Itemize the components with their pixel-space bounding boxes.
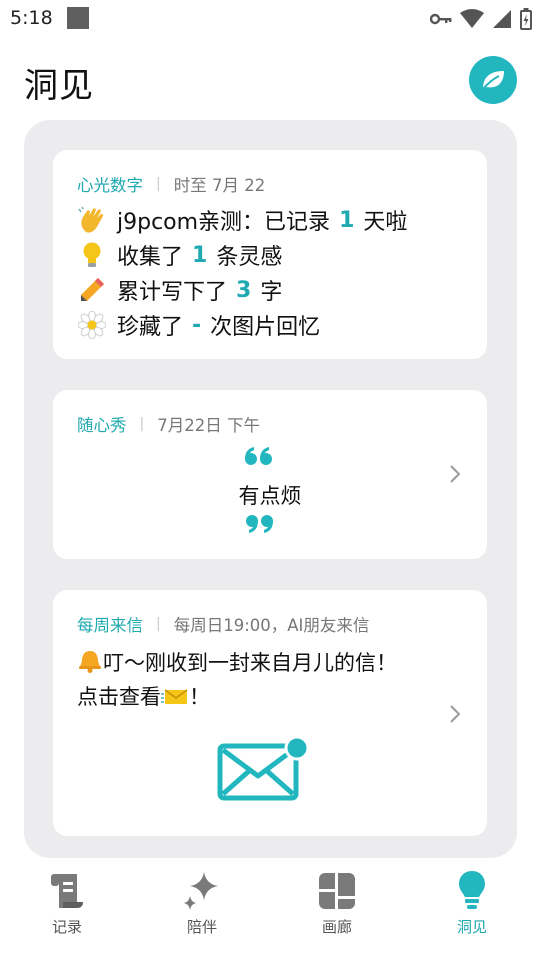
insights-panel: 心光数字 | 时至 7月 22 j9pcom亲测：已记录 1 天啦 收集了 1 … [24, 120, 517, 858]
bulb-icon [459, 871, 485, 909]
letter-text-main: 叮～刚收到一封来自月儿的信！点击查看 [77, 651, 397, 709]
status-bar: 5:18 [0, 0, 540, 36]
stat-words-suffix: 字 [260, 280, 283, 305]
stat-words-prefix: 累计写下了 [117, 280, 228, 305]
letter-card[interactable]: 每周来信 | 每周日19:00，AI朋友来信 叮～刚收到一封来自月儿的信！点击查… [53, 590, 487, 836]
chevron-right-icon[interactable] [449, 704, 461, 724]
notification-square-icon [67, 7, 89, 29]
stat-photos-suffix: 次图片回忆 [210, 315, 321, 340]
stat-words-line: 累计写下了 3 字 [77, 274, 282, 306]
nav-item-companion[interactable]: 陪伴 [162, 866, 242, 937]
stat-photos-prefix: 珍藏了 [117, 315, 184, 340]
mood-card[interactable]: 随心秀 | 7月22日 下午 有点烦 [53, 390, 487, 559]
wifi-icon [460, 9, 484, 28]
nav-item-gallery[interactable]: 画廊 [297, 866, 377, 937]
leaf-icon [482, 71, 504, 90]
page-title: 洞见 [24, 66, 94, 106]
mood-card-header: 随心秀 | 7月22日 下午 [77, 412, 260, 436]
status-time: 5:18 [10, 7, 53, 29]
light-bulb-icon [77, 240, 107, 270]
stats-card-date: 时至 7月 22 [173, 176, 266, 195]
sparkle-icon [184, 872, 218, 910]
bottom-nav: 记录 陪伴 画廊 洞见 [0, 866, 540, 960]
stat-days-prefix: j9pcom亲测：已记录 [117, 210, 331, 235]
nav-label-gallery: 画廊 [321, 918, 352, 936]
stat-words-number: 3 [236, 277, 252, 303]
gallery-icon [319, 873, 355, 909]
nav-item-insight[interactable]: 洞见 [432, 866, 512, 937]
stats-card-tag: 心光数字 [77, 176, 143, 195]
stat-ideas-suffix: 条灵感 [216, 245, 283, 270]
letter-message: 叮～刚收到一封来自月儿的信！点击查看 ！ [77, 646, 417, 714]
nav-label-record: 记录 [51, 918, 82, 936]
stat-ideas-line: 收集了 1 条灵感 [77, 239, 282, 271]
stat-photos-line: 珍藏了 - 次图片回忆 [77, 309, 320, 341]
chevron-right-icon[interactable] [449, 464, 461, 484]
separator: | [156, 616, 161, 632]
key-icon [430, 13, 452, 25]
stat-days-line: j9pcom亲测：已记录 1 天啦 [77, 204, 407, 236]
stat-days-suffix: 天啦 [363, 210, 408, 235]
nav-item-record[interactable]: 记录 [27, 866, 107, 937]
stats-card-header: 心光数字 | 时至 7月 22 [77, 172, 265, 196]
mood-card-date: 7月22日 下午 [157, 416, 260, 435]
stat-ideas-prefix: 收集了 [117, 245, 184, 270]
mail-envelope-icon [217, 735, 310, 801]
separator: | [139, 416, 145, 432]
letter-text-tail: ！ [189, 685, 210, 709]
scroll-icon [51, 874, 83, 908]
daisy-icon [77, 310, 107, 340]
nav-label-companion: 陪伴 [186, 918, 217, 936]
leaf-button[interactable] [469, 56, 517, 104]
letter-card-header: 每周来信 | 每周日19:00，AI朋友来信 [77, 612, 369, 636]
letter-card-schedule: 每周日19:00，AI朋友来信 [173, 616, 370, 635]
cell-signal-icon [493, 10, 511, 28]
quote-open-icon [245, 447, 272, 465]
stat-photos-number: - [192, 312, 202, 338]
separator: | [156, 176, 161, 192]
battery-icon [520, 8, 532, 30]
status-icons [430, 8, 532, 30]
incoming-envelope-icon [161, 689, 188, 704]
waving-hand-icon [77, 205, 107, 235]
mood-card-tag: 随心秀 [77, 416, 127, 435]
bell-icon [79, 651, 101, 673]
stats-card[interactable]: 心光数字 | 时至 7月 22 j9pcom亲测：已记录 1 天啦 收集了 1 … [53, 150, 487, 359]
quote-close-icon [246, 515, 273, 533]
mood-text: 有点烦 [238, 484, 302, 508]
stat-ideas-number: 1 [192, 242, 208, 268]
letter-card-tag: 每周来信 [77, 616, 143, 635]
stat-days-number: 1 [339, 207, 355, 233]
pencil-icon [77, 275, 107, 305]
nav-label-insight: 洞见 [456, 918, 487, 936]
